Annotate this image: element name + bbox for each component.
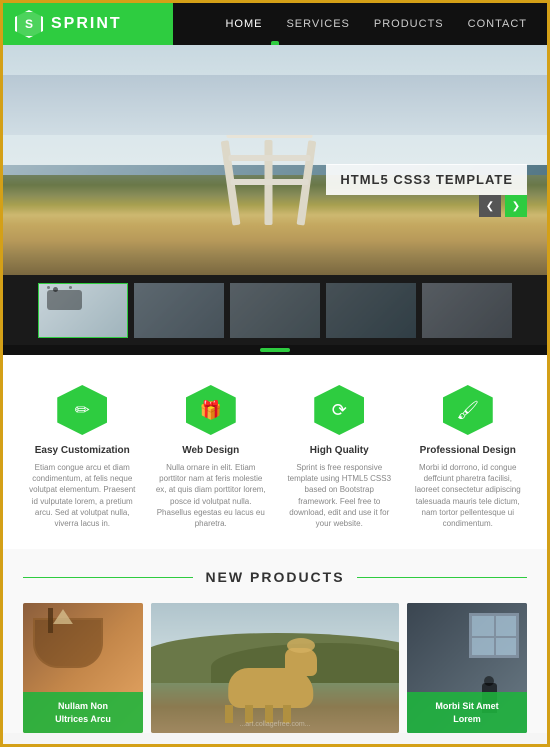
features-section: ✏ Easy Customization Etiam congue arcu e… xyxy=(3,355,547,549)
pencil-icon: ✏ xyxy=(75,400,90,421)
navbar: S SPRINT HOME SERVICES PRODUCTS CONTACT xyxy=(3,3,547,45)
nav-link-services[interactable]: SERVICES xyxy=(286,18,349,30)
feature-title-4: Professional Design xyxy=(413,445,523,456)
thumb-4[interactable] xyxy=(326,283,416,338)
nav-link-home[interactable]: HOME xyxy=(225,18,262,30)
hero-next-arrow[interactable]: ❯ xyxy=(505,195,527,217)
products-grid: Nullam Non Ultrices Arcu xyxy=(23,603,527,733)
feature-hex-3: ⟳ xyxy=(314,385,364,435)
refresh-icon: ⟳ xyxy=(332,400,347,421)
nav-link-products[interactable]: PRODUCTS xyxy=(374,18,444,30)
feature-high-quality: ⟳ High Quality Sprint is free responsive… xyxy=(284,385,394,529)
product-card-1[interactable]: Nullam Non Ultrices Arcu xyxy=(23,603,143,733)
logo-text: SPRINT xyxy=(51,15,122,33)
thumbnail-bar xyxy=(3,275,547,345)
features-grid: ✏ Easy Customization Etiam congue arcu e… xyxy=(23,385,527,529)
hero-prev-arrow[interactable]: ❮ xyxy=(479,195,501,217)
thumb-indicator xyxy=(260,348,290,352)
section-title-text: NEW PRODUCTS xyxy=(205,569,344,585)
nav-logo[interactable]: S SPRINT xyxy=(3,3,173,45)
feature-title-3: High Quality xyxy=(284,445,394,456)
thumb-1[interactable] xyxy=(38,283,128,338)
logo-hex: S xyxy=(15,10,43,38)
feature-text-3: Sprint is free responsive template using… xyxy=(284,462,394,529)
feature-title-2: Web Design xyxy=(156,445,266,456)
feature-hex-1: ✏ xyxy=(57,385,107,435)
new-products-section: NEW PRODUCTS Nullam Non Ultrices Arcu xyxy=(3,549,547,733)
hero-section: HTML5 CSS3 TEMPLATE ❮ ❯ xyxy=(3,45,547,275)
thumb-3[interactable] xyxy=(230,283,320,338)
feature-easy-customization: ✏ Easy Customization Etiam congue arcu e… xyxy=(27,385,137,529)
product-card-3[interactable]: Morbi Sit Amet Lorem xyxy=(407,603,527,733)
logo-letter: S xyxy=(25,17,33,31)
nav-link-contact[interactable]: CONTACT xyxy=(468,18,527,30)
feature-professional-design: 🖌 Professional Design Morbi id dorrono, … xyxy=(413,385,523,529)
feature-hex-2: 🎁 xyxy=(186,385,236,435)
feature-hex-4: 🖌 xyxy=(443,385,493,435)
feature-text-2: Nulla ornare in elit. Etiam porttitor na… xyxy=(156,462,266,529)
nav-links: HOME SERVICES PRODUCTS CONTACT xyxy=(225,18,547,30)
title-line-right xyxy=(357,577,527,578)
section-title: NEW PRODUCTS xyxy=(23,569,527,585)
feature-web-design: 🎁 Web Design Nulla ornare in elit. Etiam… xyxy=(156,385,266,529)
thumb-5[interactable] xyxy=(422,283,512,338)
product-card-2[interactable]: ...art.collagefree.com... xyxy=(151,603,399,733)
hero-label: HTML5 CSS3 TEMPLATE xyxy=(326,164,527,195)
feature-title-1: Easy Customization xyxy=(27,445,137,456)
product-label-1: Nullam Non Ultrices Arcu xyxy=(23,692,143,733)
product-label-3: Morbi Sit Amet Lorem xyxy=(407,692,527,733)
gift-icon: 🎁 xyxy=(200,400,222,421)
hero-arrows: ❮ ❯ xyxy=(479,195,527,217)
feature-text-1: Etiam congue arcu et diam condimentum, a… xyxy=(27,462,137,529)
thumb-indicator-bar xyxy=(3,345,547,355)
feature-text-4: Morbi id dorrono, id congue deffciunt ph… xyxy=(413,462,523,529)
nav-indicator xyxy=(271,41,279,45)
hero-water xyxy=(3,75,547,135)
hero-chair xyxy=(215,125,325,225)
thumb-2[interactable] xyxy=(134,283,224,338)
brush-icon: 🖌 xyxy=(456,400,479,421)
title-line-left xyxy=(23,577,193,578)
